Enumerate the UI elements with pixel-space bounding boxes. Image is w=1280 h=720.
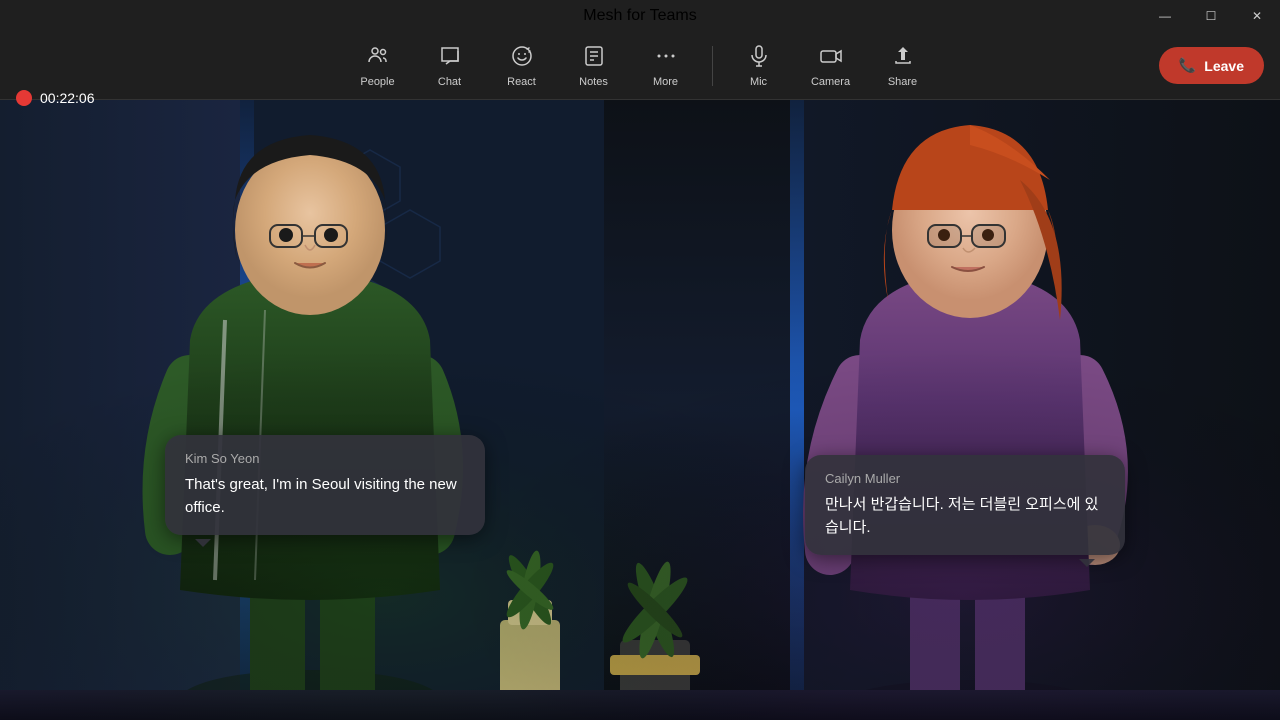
camera-button[interactable]: Camera — [797, 36, 865, 96]
titlebar-controls: — ☐ ✕ — [1142, 0, 1280, 32]
react-button[interactable]: React — [488, 36, 556, 96]
share-button[interactable]: Share — [869, 36, 937, 96]
toolbar: 00:22:06 People Chat — [0, 32, 1280, 100]
share-icon — [891, 44, 915, 72]
chat-icon — [438, 44, 462, 72]
more-icon — [654, 44, 678, 72]
more-label: More — [653, 76, 678, 88]
react-icon — [510, 44, 534, 72]
speech-bubble-right: Cailyn Muller 만나서 반갑습니다. 저는 더블린 오피스에 있습니… — [805, 455, 1125, 555]
more-button[interactable]: More — [632, 36, 700, 96]
speaker-name-right: Cailyn Muller — [825, 471, 1105, 486]
speaker-name-left: Kim So Yeon — [185, 451, 465, 466]
people-label: People — [360, 76, 394, 88]
maximize-button[interactable]: ☐ — [1188, 0, 1234, 32]
camera-label: Camera — [811, 76, 850, 88]
minimize-button[interactable]: — — [1142, 0, 1188, 32]
react-label: React — [507, 76, 536, 88]
share-label: Share — [888, 76, 917, 88]
titlebar-title: Mesh for Teams — [583, 7, 697, 25]
speech-bubble-left: Kim So Yeon That's great, I'm in Seoul v… — [165, 435, 485, 535]
leave-label: Leave — [1204, 58, 1244, 74]
main-scene: Kim So Yeon That's great, I'm in Seoul v… — [0, 100, 1280, 720]
titlebar: Mesh for Teams — ☐ ✕ — [0, 0, 1280, 32]
recording-time: 00:22:06 — [40, 90, 95, 106]
close-button[interactable]: ✕ — [1234, 0, 1280, 32]
mic-icon — [747, 44, 771, 72]
recording-dot — [16, 90, 32, 106]
notes-button[interactable]: Notes — [560, 36, 628, 96]
camera-icon — [819, 44, 843, 72]
leave-button[interactable]: 📞 Leave — [1159, 47, 1264, 84]
chat-button[interactable]: Chat — [416, 36, 484, 96]
divider — [712, 46, 713, 86]
scene-svg — [0, 100, 1280, 720]
notes-label: Notes — [579, 76, 608, 88]
people-button[interactable]: People — [344, 36, 412, 96]
chat-label: Chat — [438, 76, 461, 88]
notes-icon — [582, 44, 606, 72]
speech-text-right: 만나서 반갑습니다. 저는 더블린 오피스에 있습니다. — [825, 494, 1105, 539]
leave-phone-icon: 📞 — [1179, 57, 1196, 74]
speech-text-left: That's great, I'm in Seoul visiting the … — [185, 474, 465, 519]
people-icon — [366, 44, 390, 72]
mic-button[interactable]: Mic — [725, 36, 793, 96]
mic-label: Mic — [750, 76, 767, 88]
recording-indicator: 00:22:06 — [16, 64, 95, 132]
